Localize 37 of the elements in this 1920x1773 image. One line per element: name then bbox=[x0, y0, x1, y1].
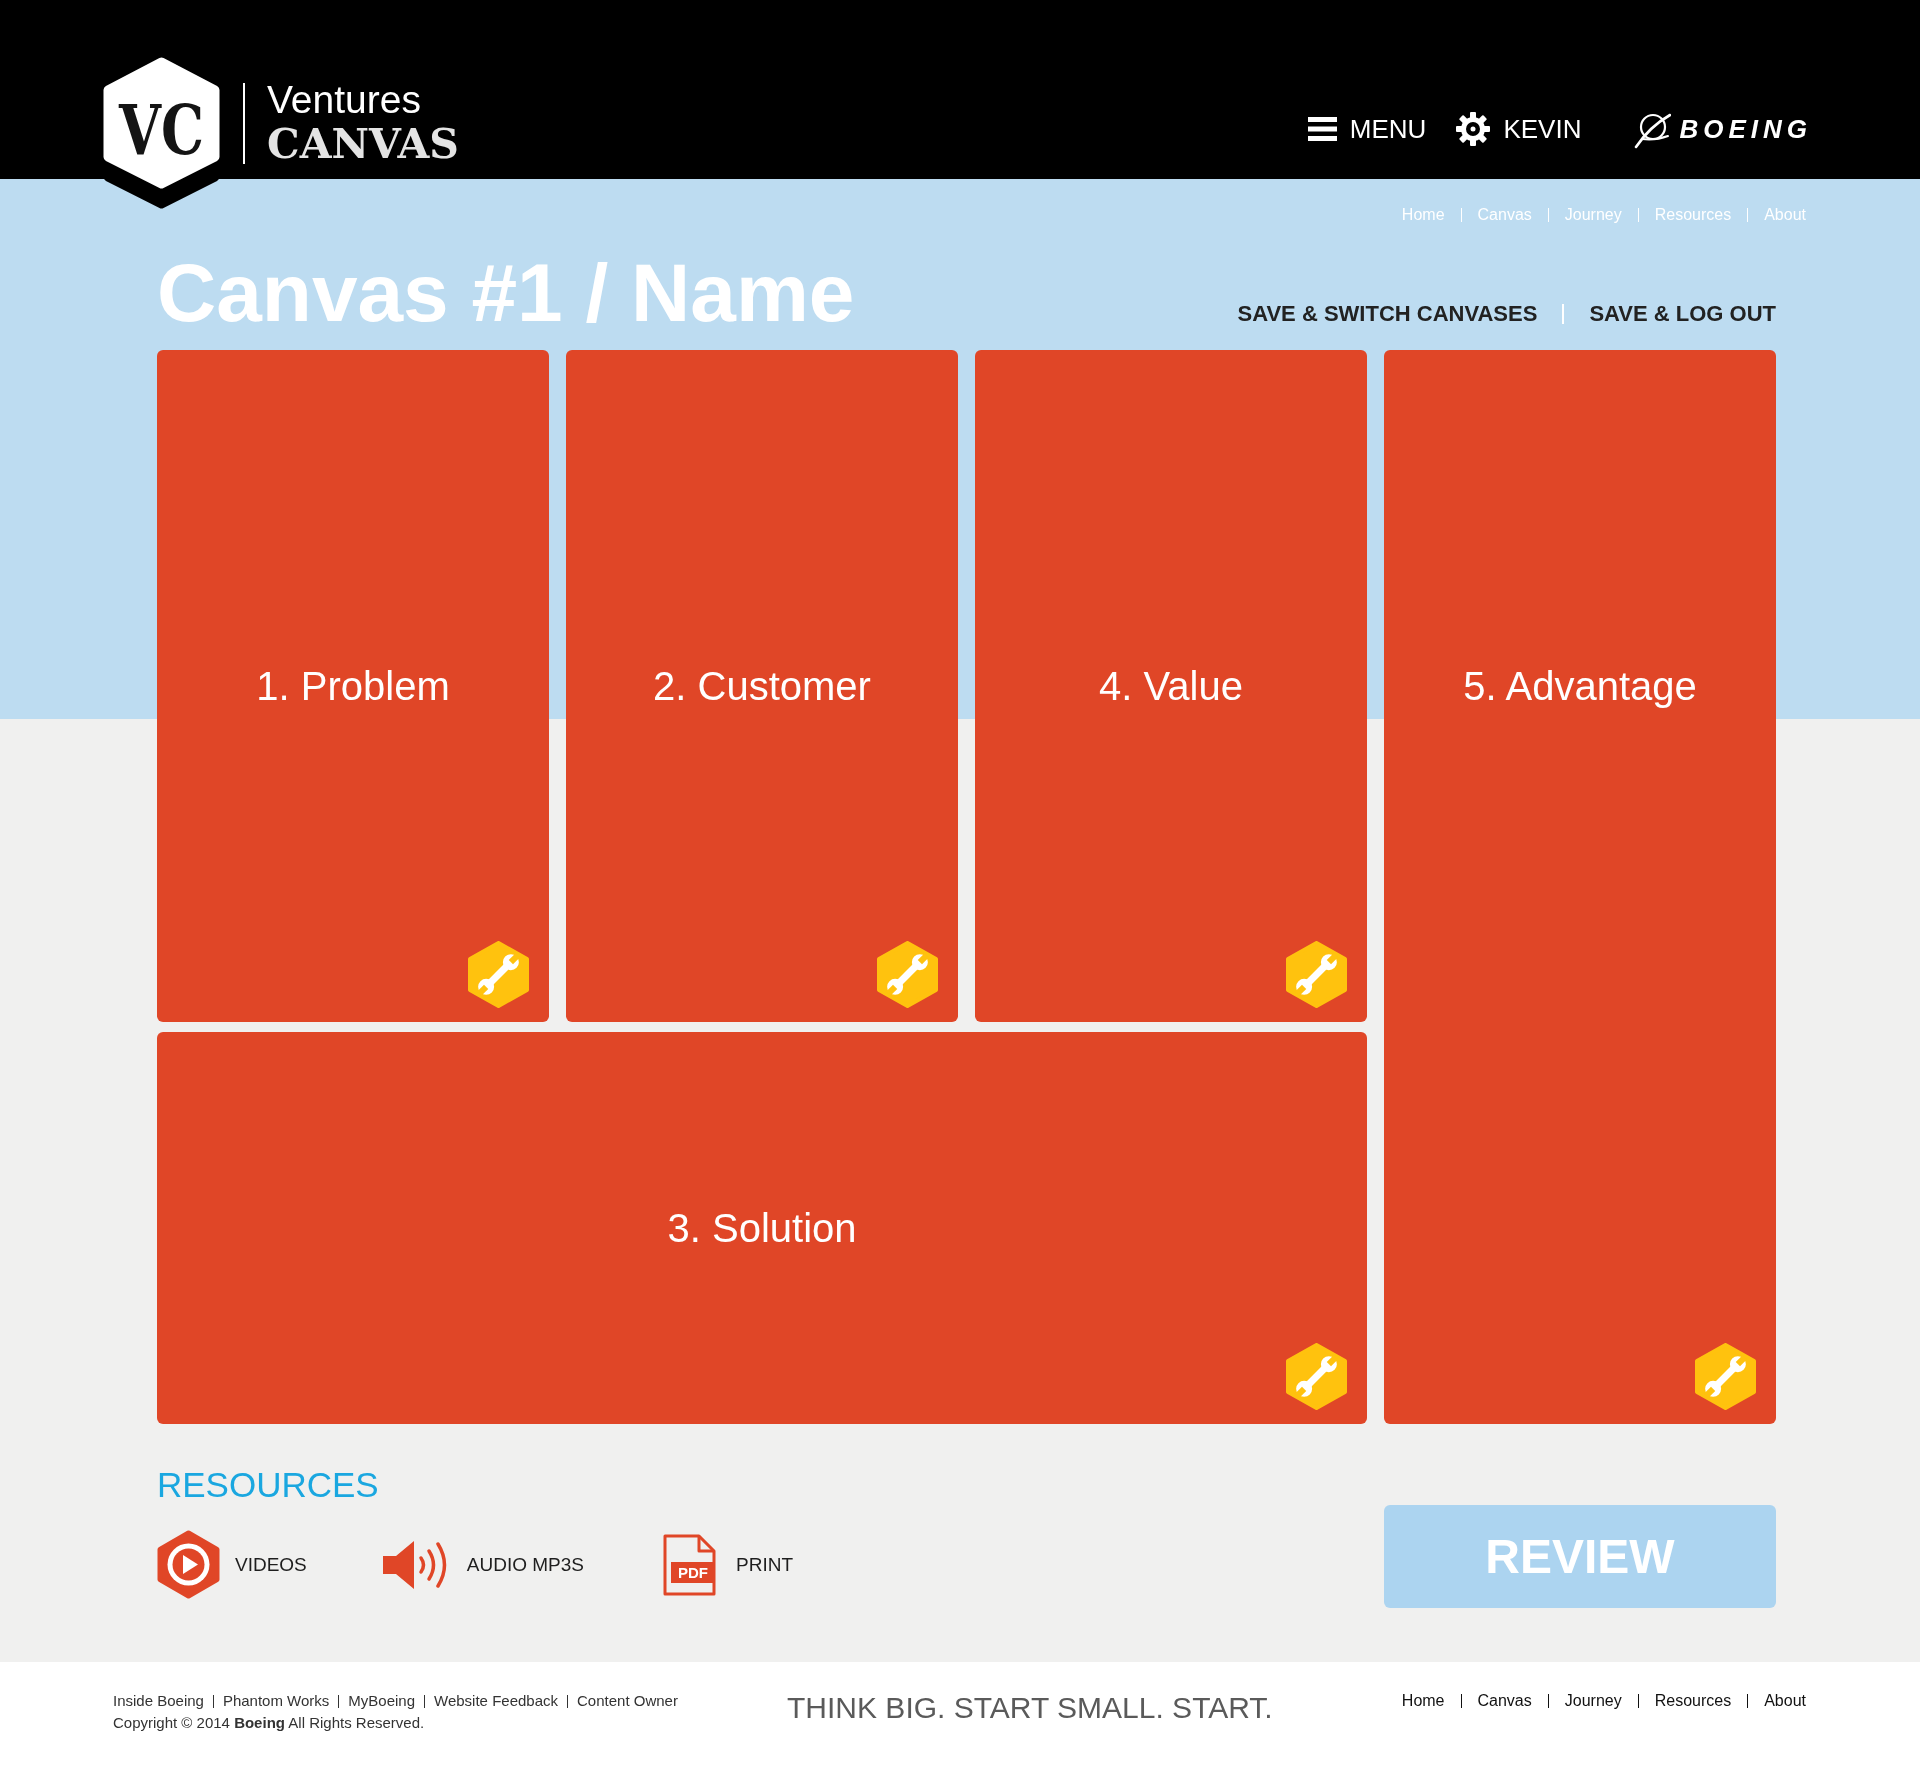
card-title: 5. Advantage bbox=[1463, 663, 1697, 710]
footer-link[interactable]: Canvas bbox=[1477, 1690, 1532, 1712]
page-title: Canvas #1 / Name bbox=[157, 252, 855, 334]
card-title: 4. Value bbox=[1099, 663, 1243, 710]
wrench-icon[interactable] bbox=[1286, 1343, 1347, 1410]
wrench-icon[interactable] bbox=[1286, 941, 1347, 1008]
card-title: 2. Customer bbox=[653, 663, 871, 710]
footer-link[interactable]: Inside Boeing bbox=[113, 1690, 204, 1712]
wrench-icon[interactable] bbox=[1695, 1343, 1756, 1410]
menu-button[interactable]: MENU bbox=[1307, 112, 1427, 146]
logo-text: CANVAS bbox=[267, 121, 459, 167]
footer-link[interactable]: MyBoeing bbox=[348, 1690, 416, 1712]
copyright-text: Copyright © 2014 Boeing All Rights Reserved. bbox=[113, 1713, 426, 1733]
action-link[interactable]: SAVE & SWITCH CANVASES bbox=[1237, 301, 1538, 327]
brand-logo[interactable]: BOEING bbox=[1634, 109, 1812, 149]
wrench-icon[interactable] bbox=[468, 941, 529, 1008]
footer-link[interactable]: Home bbox=[1401, 1690, 1445, 1712]
footer-link[interactable]: Website Feedback bbox=[434, 1690, 558, 1712]
menu-icon bbox=[1307, 117, 1337, 141]
settings-icon bbox=[1456, 112, 1491, 146]
footer-link[interactable]: Phantom Works bbox=[222, 1690, 330, 1712]
wrench-icon[interactable] bbox=[877, 941, 938, 1008]
footer-link[interactable]: About bbox=[1764, 1690, 1806, 1712]
section-heading: RESOURCES bbox=[157, 1464, 380, 1506]
resource-link[interactable]: AUDIO MP3S bbox=[381, 1538, 584, 1591]
tagline-text: THINK BIG. START SMALL. START. bbox=[787, 1690, 1273, 1726]
footer-link[interactable]: Journey bbox=[1564, 1690, 1622, 1712]
footer-link[interactable]: Content Owner bbox=[577, 1690, 678, 1712]
resource-link[interactable]: VIDEOS bbox=[157, 1530, 307, 1599]
resource-link[interactable]: PDF PRINT bbox=[659, 1533, 793, 1596]
logo-text: Ventures bbox=[267, 79, 421, 121]
action-link[interactable]: SAVE & LOG OUT bbox=[1589, 301, 1776, 327]
card-title: 1. Problem bbox=[256, 663, 450, 710]
footer-link[interactable]: Resources bbox=[1654, 1690, 1732, 1712]
play-icon bbox=[157, 1530, 220, 1599]
card-title: 3. Solution bbox=[667, 1205, 857, 1252]
account-button[interactable]: KEVIN bbox=[1456, 112, 1582, 146]
